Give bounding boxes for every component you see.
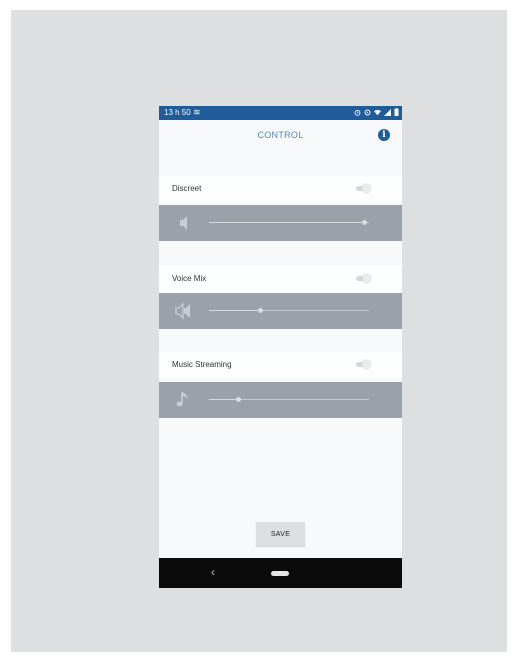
toggle-knob [362,274,371,283]
app-bar: CONTROL i [159,120,402,152]
navigation-bar: ‹ [159,558,402,588]
setting-row-discreet: Discreet [159,176,402,202]
signal-icon [384,108,391,118]
setting-label-music-streaming: Music Streaming [172,360,232,369]
back-icon[interactable]: ‹ [211,566,215,578]
discreet-toggle[interactable] [354,184,372,193]
page-title: CONTROL [257,130,304,140]
slider-thumb[interactable] [235,397,241,402]
slider-fill [209,310,261,311]
voice-mix-slider-band [159,293,402,329]
slider-fill [209,222,365,223]
screenshot-frame: 13 h 50 ≋ CONTROL i Discreet Voice Mix M… [11,10,507,652]
slider-thumb[interactable] [362,220,368,225]
voice-mix-slider[interactable] [209,308,369,313]
toggle-knob [362,360,371,369]
discreet-slider[interactable] [209,220,369,225]
volume-low-icon [174,213,194,233]
phone-screen: 13 h 50 ≋ CONTROL i Discreet Voice Mix M… [159,106,402,588]
wifi-icon [374,109,381,118]
discreet-slider-band [159,205,402,241]
battery-icon [394,108,399,118]
save-button[interactable]: SAVE [256,522,305,546]
setting-label-voice-mix: Voice Mix [172,274,207,283]
slider-thumb[interactable] [258,308,264,313]
toggle-knob [362,184,371,193]
alarm-icon [354,109,361,118]
setting-row-music-streaming: Music Streaming [159,352,402,378]
setting-row-voice-mix: Voice Mix [159,266,402,292]
status-icons [354,108,399,118]
sync-icon [364,109,371,118]
notification-icon: ≋ [193,107,201,117]
voice-mix-icon [174,301,194,321]
status-time: 13 h 50 [164,108,191,117]
music-streaming-slider-band [159,382,402,418]
home-icon[interactable] [271,571,289,576]
setting-label-discreet: Discreet [172,184,202,193]
status-bar: 13 h 50 ≋ [159,106,402,120]
music-streaming-slider[interactable] [209,397,369,402]
music-note-icon [174,390,194,410]
music-streaming-toggle[interactable] [354,360,372,369]
info-icon[interactable]: i [378,129,390,141]
slider-fill [209,399,238,400]
voice-mix-toggle[interactable] [354,274,372,283]
